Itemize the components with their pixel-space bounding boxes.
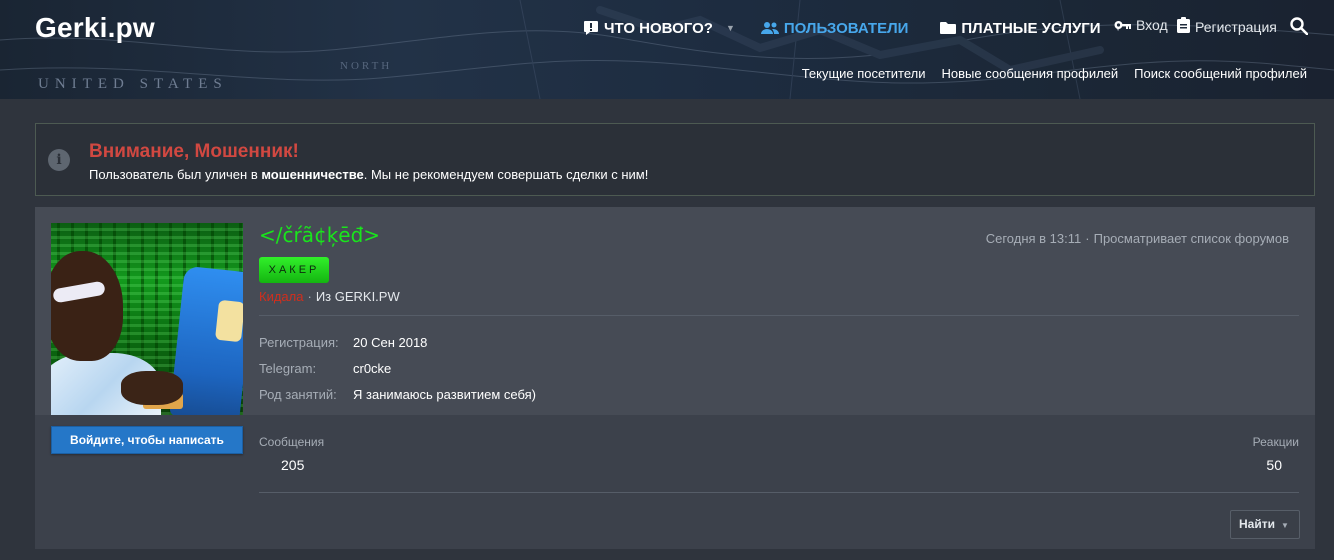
login-label: Вход [1136, 17, 1168, 33]
reactions-label: Реакции [1252, 435, 1299, 449]
user-location[interactable]: Из GERKI.PW [316, 289, 400, 304]
divider [259, 492, 1299, 493]
sub-nav: Текущие посетители Новые сообщения профи… [802, 66, 1307, 81]
subnav-current-visitors[interactable]: Текущие посетители [802, 66, 926, 81]
user-role: Кидала [259, 289, 304, 304]
nav-whats-new[interactable]: Что нового? ▼ [583, 20, 735, 37]
login-link[interactable]: Вход [1114, 17, 1168, 33]
user-status-line: Кидала · Из GERKI.PW [259, 289, 400, 304]
map-label-north: NORTH [340, 60, 393, 72]
warning-bold: мошенничестве [261, 167, 364, 182]
chevron-down-icon: ▼ [1280, 521, 1289, 530]
info-icon: i [48, 149, 70, 171]
subnav-new-profile-posts[interactable]: Новые сообщения профилей [942, 66, 1119, 81]
user-banner: ХАКЕР [259, 257, 329, 283]
profile-card: </čŕã¢ķēđ> Сегодня в 13:11 · Просматривает… [35, 207, 1315, 549]
users-icon [760, 21, 779, 35]
folder-icon [940, 21, 957, 35]
chevron-down-icon[interactable]: ▼ [726, 23, 735, 33]
subnav-search-profile-posts[interactable]: Поиск сообщений профилей [1134, 66, 1307, 81]
site-header: UNITED STATES NORTH Gerki.pw Что нового?… [0, 0, 1334, 99]
last-seen-time: Сегодня в 13:11 [985, 231, 1082, 246]
messages-count[interactable]: 205 [281, 457, 304, 473]
key-icon [1114, 17, 1131, 33]
last-seen-activity[interactable]: Просматривает список форумов [1094, 231, 1289, 246]
warning-title: Внимание, Мошенник! [89, 141, 299, 162]
login-to-write-button[interactable]: Войдите, чтобы написать [51, 426, 243, 454]
map-label-us: UNITED STATES [38, 76, 228, 92]
profile-facts: Регистрация: 20 Сен 2018 Telegram: cr0cke … [259, 329, 536, 407]
divider [259, 315, 1299, 316]
nav-paid-services-label: Платные услуги [961, 19, 1101, 37]
messages-label[interactable]: Сообщения [259, 435, 324, 449]
main-nav: Что нового? ▼ Пользователи Платные услуг… [583, 16, 1123, 40]
register-link[interactable]: Регистрация [1177, 17, 1277, 36]
clipboard-icon [1177, 17, 1190, 36]
search-button[interactable] [1290, 17, 1309, 38]
profile-username: </čŕã¢ķēđ> [259, 223, 381, 247]
nav-users-label: Пользователи [783, 19, 909, 37]
fact-registration: Регистрация: 20 Сен 2018 [259, 334, 428, 350]
find-label: Найти [1239, 517, 1275, 531]
last-seen: Сегодня в 13:11 · Просматривает список фор… [985, 231, 1289, 246]
register-label: Регистрация [1195, 18, 1277, 35]
nav-users[interactable]: Пользователи [760, 19, 909, 37]
fact-telegram: Telegram: cr0cke [259, 360, 392, 376]
site-logo[interactable]: Gerki.pw [35, 12, 155, 44]
exclaim-bubble-icon [583, 20, 599, 36]
warning-text: Пользователь был уличен в мошенничестве.… [89, 167, 649, 182]
find-menu-button[interactable]: Найти ▼ [1230, 510, 1300, 539]
search-icon [1290, 17, 1309, 38]
reactions-count: 50 [1266, 457, 1282, 473]
scammer-warning: i Внимание, Мошенник! Пользователь был у… [35, 123, 1315, 196]
nav-whats-new-label: Что нового? [604, 19, 713, 37]
avatar[interactable] [51, 223, 243, 415]
fact-occupation: Род занятий: Я занимаюсь развитием себя) [259, 386, 536, 402]
nav-paid-services[interactable]: Платные услуги ▼ [940, 19, 1123, 37]
